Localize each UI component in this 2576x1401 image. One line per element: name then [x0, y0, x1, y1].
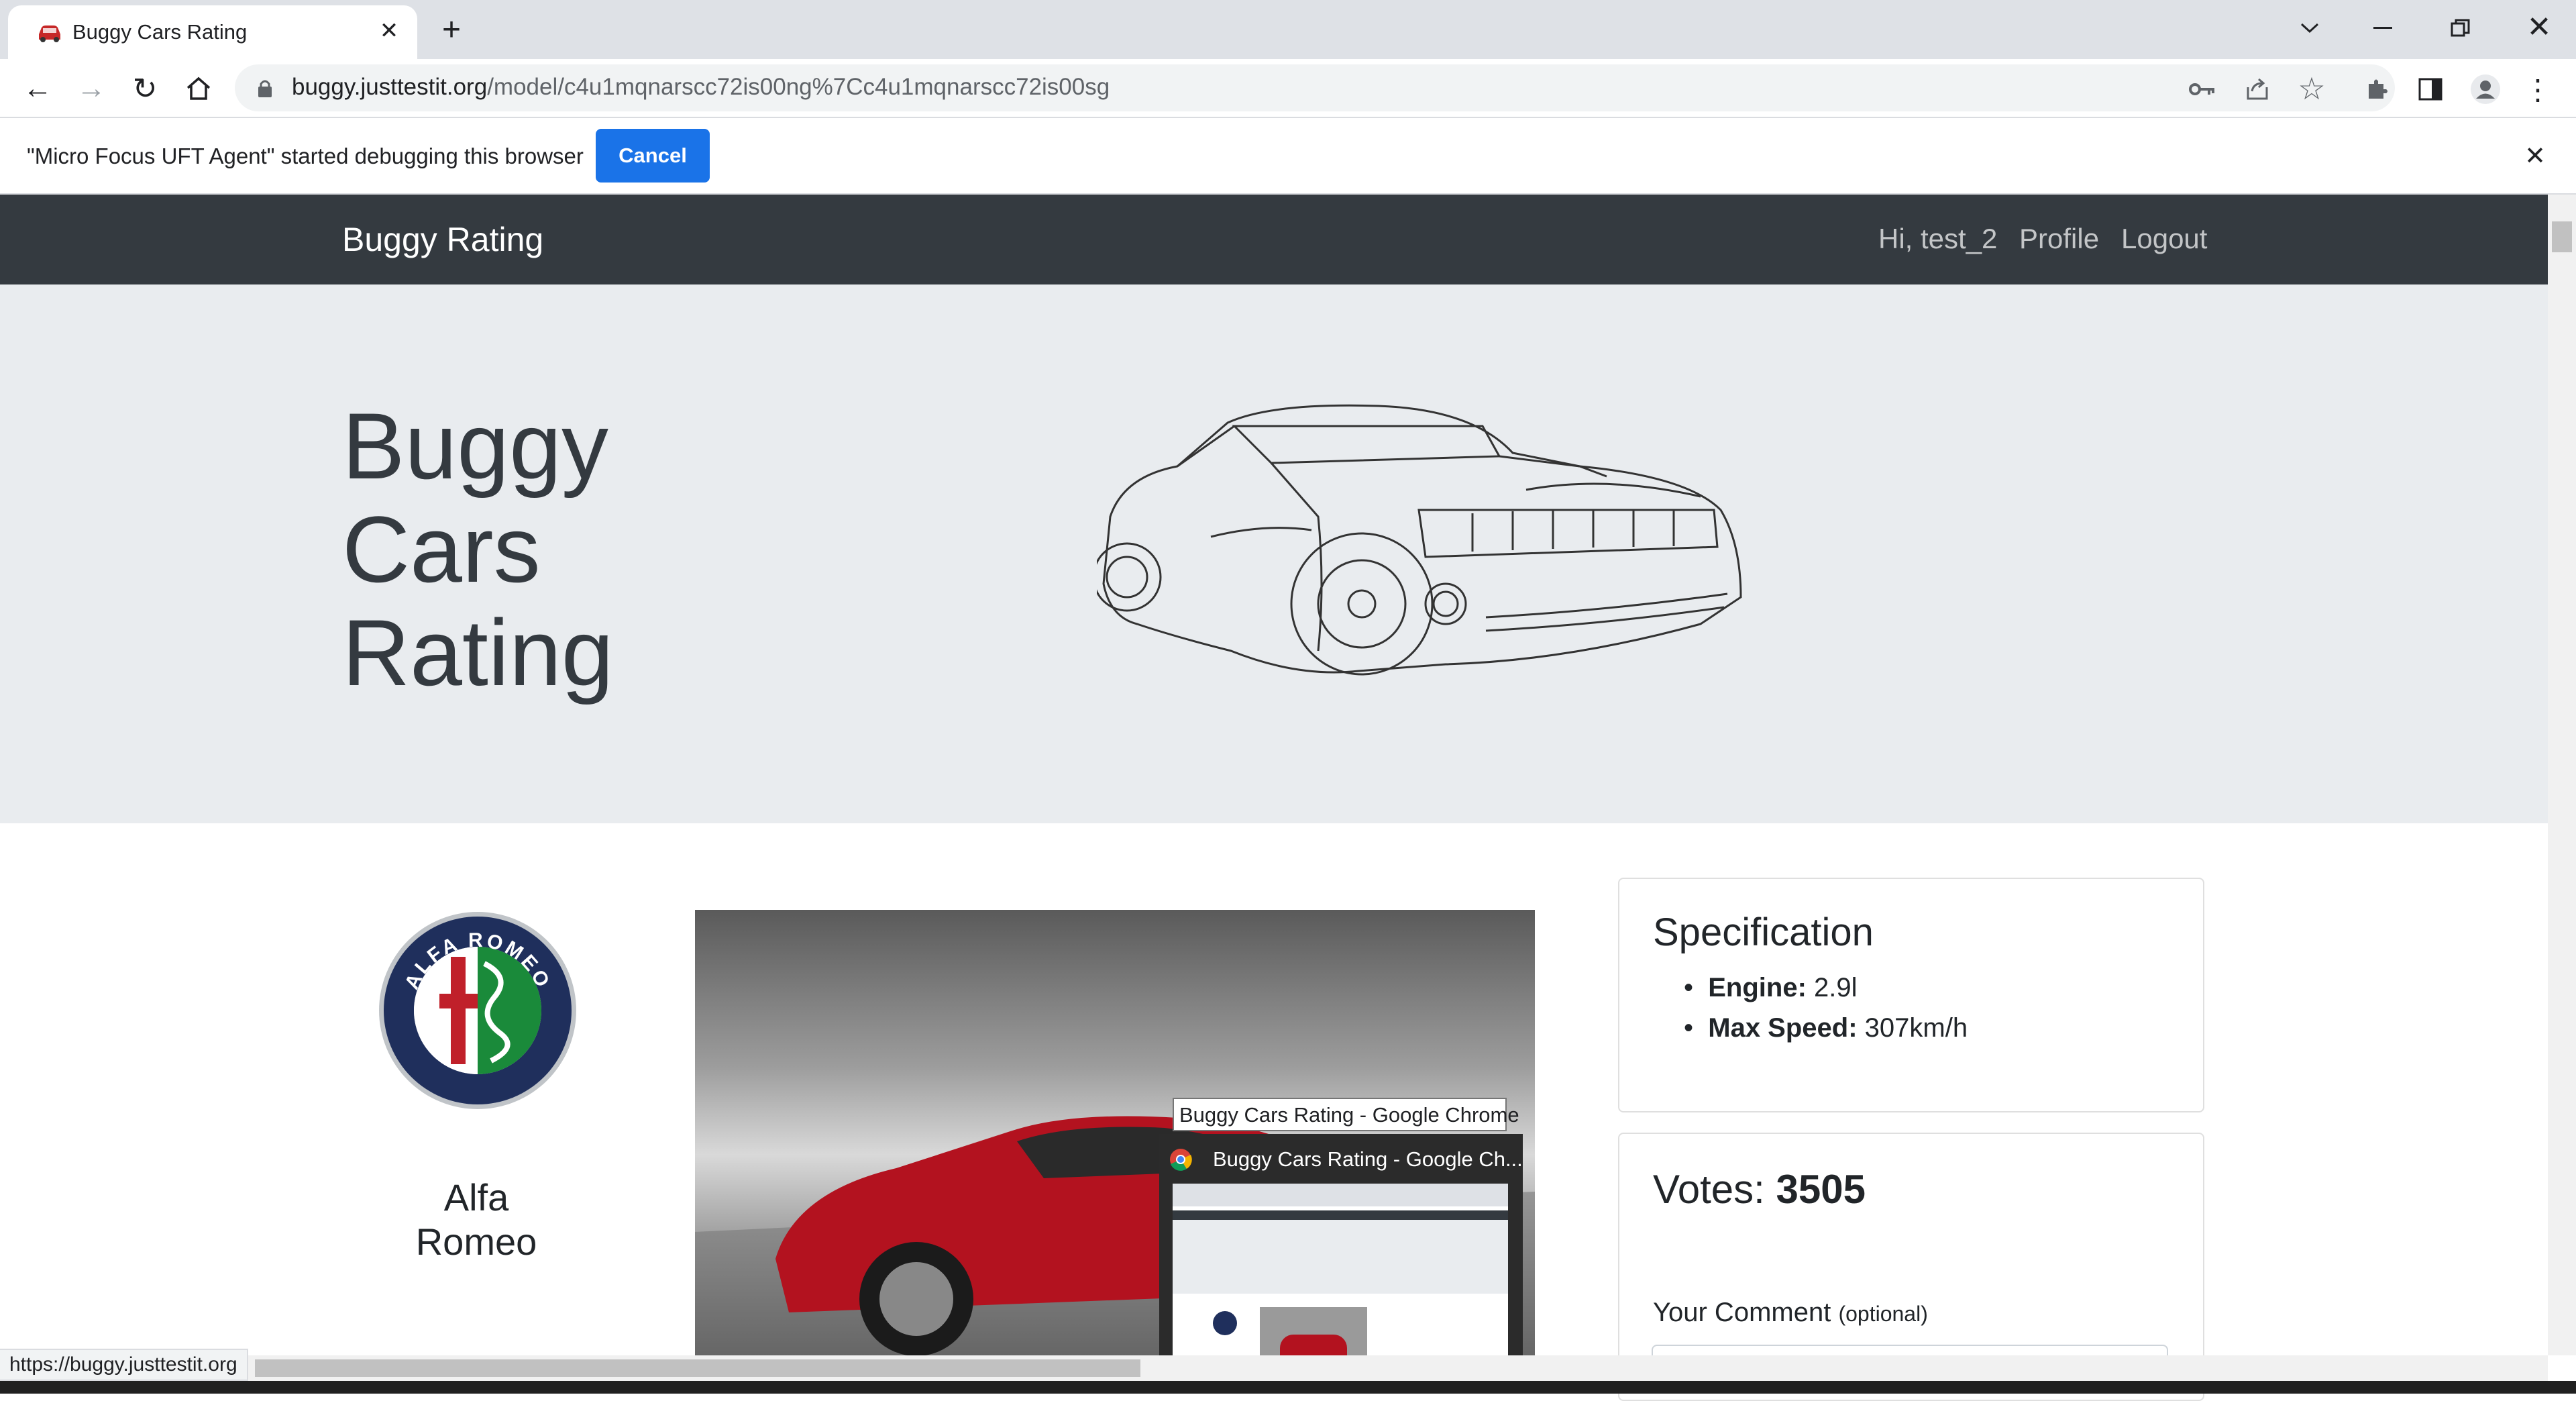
chrome-icon	[1169, 1147, 1193, 1172]
comment-label-text: Your Comment	[1653, 1298, 1831, 1327]
profile-avatar-icon[interactable]	[2467, 71, 2504, 107]
close-infobar-icon[interactable]: ✕	[2519, 140, 2551, 172]
alfa-romeo-logo: ALFA ROMEO	[379, 912, 576, 1109]
votes-line: Votes: 3505	[1653, 1166, 1866, 1212]
url-path: /model/c4u1mqnarscc72is00ng%7Cc4u1mqnars…	[487, 74, 1110, 100]
hero-title-line: Cars	[342, 497, 541, 602]
window-tooltip: Buggy Cars Rating - Google Chrome	[1173, 1098, 1519, 1131]
hero-title-line: Rating	[342, 600, 614, 705]
logout-link[interactable]: Logout	[2121, 223, 2207, 255]
spec-value: 307km/h	[1864, 1013, 1968, 1043]
url-host: buggy.justtestit.org	[292, 74, 488, 100]
restore-icon[interactable]	[2442, 9, 2479, 47]
new-tab-button[interactable]: +	[433, 11, 470, 48]
back-icon[interactable]: ←	[19, 71, 56, 106]
horizontal-scrollbar-thumb[interactable]	[255, 1359, 1140, 1377]
horizontal-scrollbar[interactable]	[0, 1355, 2548, 1381]
car-sketch-image	[1097, 404, 1742, 676]
key-icon[interactable]	[2186, 72, 2219, 106]
specification-heading: Specification	[1653, 911, 1874, 954]
comment-label: Your Comment (optional)	[1653, 1298, 1928, 1328]
hero-title: Buggy Cars Rating	[342, 395, 614, 705]
taskbar-preview[interactable]: Buggy Cars Rating - Google Ch...	[1159, 1134, 1523, 1381]
status-url: https://buggy.justtestit.org	[9, 1353, 237, 1376]
make-name-line: Alfa	[443, 1176, 509, 1218]
spec-label: Max Speed:	[1708, 1013, 1858, 1043]
side-panel-icon[interactable]	[2414, 72, 2447, 106]
close-tab-icon[interactable]: ✕	[376, 17, 402, 44]
debug-message: "Micro Focus UFT Agent" started debuggin…	[27, 144, 584, 168]
home-icon[interactable]	[180, 71, 217, 106]
spec-item: • Max Speed: 307km/h	[1684, 1013, 1968, 1043]
url-text[interactable]: buggy.justtestit.org/model/c4u1mqnarscc7…	[292, 74, 1110, 101]
bookmark-star-icon[interactable]: ☆	[2294, 71, 2329, 106]
menu-kebab-icon[interactable]: ⋮	[2521, 71, 2555, 107]
vertical-scrollbar[interactable]	[2548, 195, 2576, 1355]
minimize-icon[interactable]	[2365, 9, 2402, 47]
preview-thumbnail	[1173, 1184, 1508, 1374]
forward-icon[interactable]: →	[72, 71, 110, 106]
car-favicon-icon	[35, 20, 64, 44]
status-bubble: https://buggy.justtestit.org	[0, 1349, 248, 1381]
profile-link[interactable]: Profile	[2019, 223, 2099, 255]
scrollbar-thumb[interactable]	[2552, 221, 2572, 252]
reload-icon[interactable]: ↻	[126, 71, 164, 106]
browser-tab[interactable]: Buggy Cars Rating ✕	[8, 5, 417, 59]
tab-search-icon[interactable]	[2291, 9, 2328, 47]
tooltip-title: Buggy Cars Rating - Google Chrome	[1179, 1103, 1519, 1127]
votes-count: 3505	[1776, 1167, 1866, 1212]
brand-link[interactable]: Buggy Rating	[342, 220, 543, 259]
spec-label: Engine:	[1708, 973, 1807, 1002]
spec-value: 2.9l	[1814, 973, 1858, 1002]
tab-title: Buggy Cars Rating	[72, 20, 248, 44]
hero-title-line: Buggy	[342, 393, 608, 499]
greeting-text: Hi, test_2	[1878, 223, 1998, 254]
make-name-line: Romeo	[415, 1221, 537, 1263]
votes-label: Votes:	[1653, 1167, 1765, 1212]
lock-icon[interactable]	[252, 75, 278, 102]
make-name[interactable]: Alfa Romeo	[376, 1176, 577, 1264]
spec-item: • Engine: 2.9l	[1684, 973, 1858, 1002]
comment-hint: (optional)	[1838, 1302, 1928, 1326]
close-window-icon[interactable]: ✕	[2519, 7, 2559, 47]
share-icon[interactable]	[2241, 72, 2274, 106]
cancel-button[interactable]: Cancel	[596, 129, 710, 183]
preview-title: Buggy Cars Rating - Google Ch...	[1213, 1147, 1523, 1171]
extensions-icon[interactable]	[2360, 72, 2394, 106]
os-taskbar	[0, 1381, 2576, 1394]
